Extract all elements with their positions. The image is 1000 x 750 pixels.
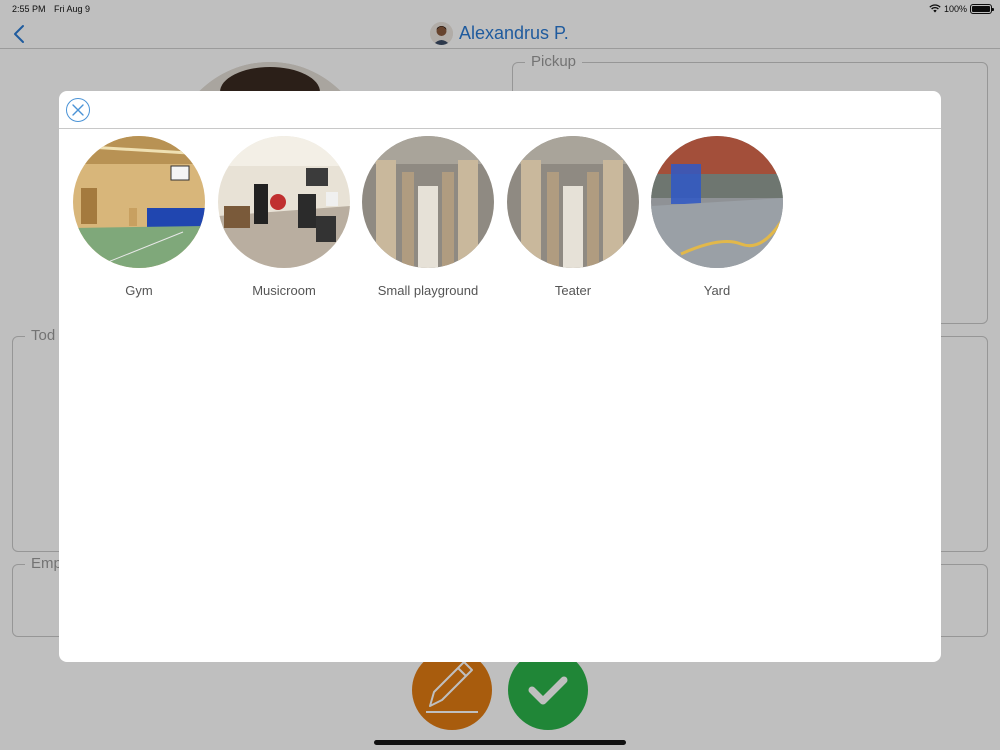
room-photo bbox=[651, 136, 783, 268]
room-picker-modal: Gym Musicroom Small playground Teater Ya… bbox=[59, 91, 941, 662]
close-circle-icon bbox=[72, 104, 84, 116]
room-photo bbox=[362, 136, 494, 268]
room-photo bbox=[507, 136, 639, 268]
room-label: Yard bbox=[703, 283, 731, 298]
home-indicator[interactable] bbox=[374, 740, 626, 745]
close-button[interactable] bbox=[66, 98, 90, 122]
room-list: Gym Musicroom Small playground Teater Ya… bbox=[59, 136, 941, 336]
room-photo bbox=[73, 136, 205, 268]
room-photo bbox=[218, 136, 350, 268]
screen: 2:55 PM Fri Aug 9 100% Alexandrus P. Pic… bbox=[0, 0, 1000, 750]
modal-header bbox=[59, 91, 941, 129]
